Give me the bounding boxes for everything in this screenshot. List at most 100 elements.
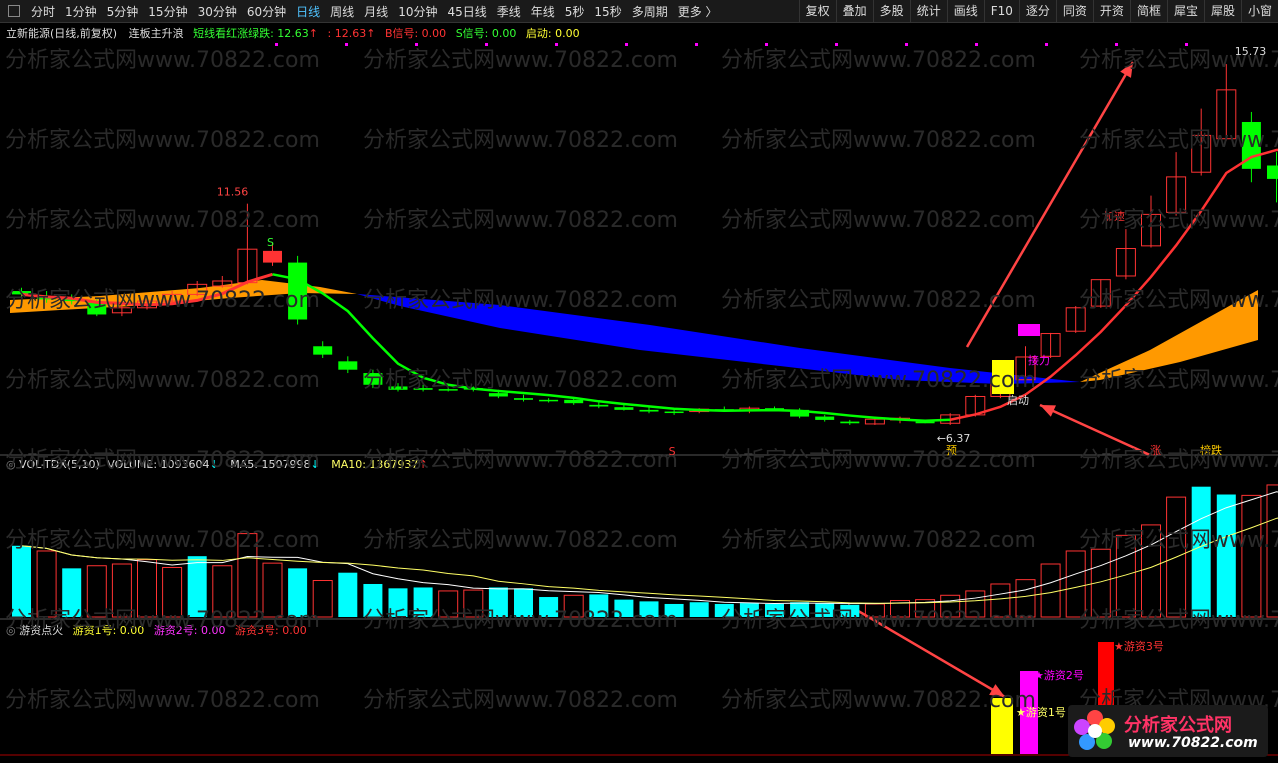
top-marker — [345, 43, 348, 46]
logo-text: 分析家公式网 — [1124, 715, 1232, 736]
candle-body — [363, 373, 383, 385]
volume-bar — [1040, 563, 1061, 618]
volume-bar — [1115, 534, 1136, 618]
candle-body — [614, 407, 634, 410]
orange-band-right — [1080, 290, 1258, 382]
candle-body — [840, 421, 860, 424]
volume-bar — [689, 602, 709, 617]
top-marker — [1185, 43, 1188, 46]
candle-body — [589, 404, 609, 407]
candle-body — [438, 389, 458, 391]
volume-bar — [36, 550, 57, 618]
volume-bar — [514, 588, 533, 617]
volume-bar — [840, 604, 860, 617]
top-marker — [765, 43, 768, 46]
volume-bar — [488, 587, 508, 617]
volume-bar — [1015, 579, 1036, 618]
high-right-label: 15.73 — [1235, 45, 1267, 58]
volume-bar — [1216, 494, 1236, 617]
fire2-label: ★游资2号 — [1034, 669, 1084, 682]
candle-body — [815, 416, 835, 420]
volume-bar — [790, 602, 810, 617]
candle-body — [388, 386, 408, 390]
vol-ma10-line — [21, 517, 1278, 604]
volume-bar — [438, 590, 459, 618]
volume-bar — [940, 594, 961, 618]
volume-bar — [539, 597, 559, 617]
volume-bar — [765, 603, 784, 617]
candle-body — [338, 361, 358, 370]
volume-bar — [614, 599, 634, 617]
candle-body — [263, 250, 282, 263]
volume-bar — [12, 545, 31, 617]
top-marker — [905, 43, 908, 46]
high-left-label: 11.56 — [217, 186, 249, 199]
arrow-up — [965, 61, 1135, 348]
volume-bar — [338, 572, 358, 617]
candle-body — [413, 388, 433, 390]
volume-bar — [1191, 486, 1211, 617]
volume-bar — [237, 533, 258, 618]
candle-body — [1267, 165, 1278, 179]
candle-body — [488, 393, 508, 397]
stock-chart: 11.5615.73←6.37SS接力启动加速预涨榜跌★游资1号★游资2号★游资… — [0, 43, 1278, 756]
launch-marker — [992, 360, 1014, 394]
relay-label: 接力 — [1028, 354, 1050, 367]
volume-bar — [413, 587, 433, 617]
top-marker — [625, 43, 628, 46]
volume-bar — [86, 565, 107, 618]
top-marker — [555, 43, 558, 46]
volume-bar — [463, 589, 484, 618]
top-marker — [275, 43, 278, 46]
candle-body — [539, 399, 559, 402]
s-mark-top: S — [267, 236, 274, 249]
top-marker — [485, 43, 488, 46]
volume-bar — [563, 594, 584, 618]
fire3-label: ★游资3号 — [1114, 640, 1164, 653]
volume-bar — [1241, 494, 1262, 618]
top-marker — [415, 43, 418, 46]
vol-ma5-line — [21, 491, 1278, 605]
top-marker — [835, 43, 838, 46]
accel-label: 加速 — [1103, 210, 1125, 223]
flower-logo-icon — [1074, 710, 1115, 750]
volume-bar — [162, 566, 183, 618]
s-mark-bottom: S — [669, 445, 676, 458]
candle-body — [514, 398, 533, 400]
candle-body — [639, 409, 659, 412]
volume-bar — [62, 568, 82, 617]
volume-bar — [1141, 524, 1161, 618]
fire1-label: ★游资1号 — [1016, 706, 1066, 719]
volume-bar — [1065, 550, 1086, 618]
candle-body — [288, 262, 308, 320]
volume-bar — [714, 603, 734, 617]
volume-bar — [664, 603, 684, 617]
board-label: 榜跌 — [1200, 443, 1222, 457]
candle-body — [87, 302, 107, 315]
volume-bar — [589, 594, 609, 617]
top-marker — [1115, 43, 1118, 46]
candle-body — [313, 346, 333, 355]
volume-bar — [111, 563, 132, 618]
volume-bar — [990, 583, 1011, 618]
volume-bar — [288, 568, 308, 617]
volume-bar — [965, 590, 986, 618]
volume-bar — [1266, 484, 1278, 618]
volume-bar — [739, 603, 759, 617]
launch-label: 启动 — [1007, 394, 1029, 407]
arrow-launch — [1039, 403, 1151, 457]
logo-url: www.70822.com — [1128, 735, 1258, 751]
volume-bar — [639, 601, 659, 617]
volume-bar — [815, 603, 835, 617]
volume-bar — [262, 562, 283, 618]
fire3-bar — [1098, 642, 1114, 705]
volume-bar — [137, 559, 157, 618]
candle-body — [564, 399, 584, 404]
volume-bar — [312, 580, 333, 618]
relay-marker — [1018, 324, 1040, 336]
volume-bar — [864, 603, 885, 618]
volume-bar — [388, 588, 408, 617]
top-marker — [975, 43, 978, 46]
rise-label: 涨 — [1150, 444, 1161, 457]
site-logo: 分析家公式网 www.70822.com — [1068, 705, 1268, 757]
